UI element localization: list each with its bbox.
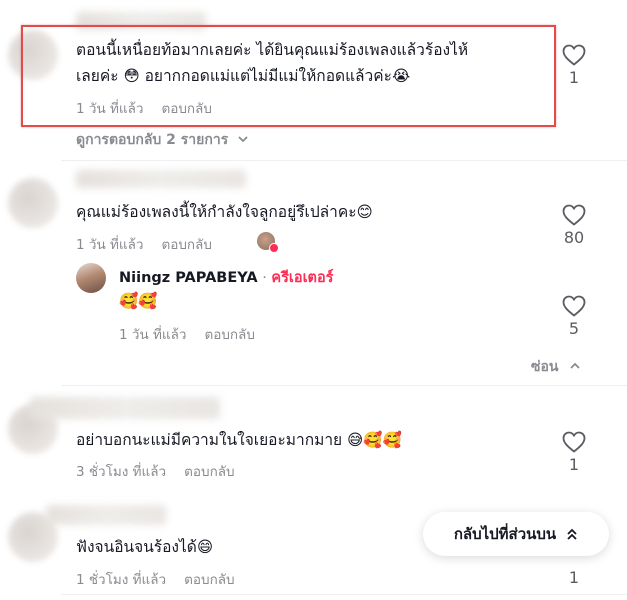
comment-meta: 1 ชั่วโมง ที่แล้ว ตอบกลับ bbox=[76, 568, 235, 590]
heart-icon[interactable] bbox=[562, 295, 586, 317]
separator: · bbox=[262, 270, 267, 286]
hide-label: ซ่อน bbox=[531, 359, 559, 375]
heart-icon[interactable] bbox=[562, 44, 586, 66]
reply-button[interactable]: ตอบกลับ bbox=[184, 572, 234, 588]
view-replies-label: ดูการตอบกลับ 2 รายการ bbox=[76, 132, 229, 148]
creator-badge: ครีเอเตอร์ bbox=[271, 270, 334, 286]
double-chevron-up-icon bbox=[567, 528, 577, 540]
avatar[interactable] bbox=[8, 178, 58, 228]
comment-text: คุณแม่ร้องเพลงนี้ให้กำลังใจลูกอยู่รึเปล่… bbox=[76, 203, 373, 221]
comment-meta: 3 ชั่วโมง ที่แล้ว ตอบกลับ bbox=[76, 460, 235, 482]
heart-icon[interactable] bbox=[562, 204, 586, 226]
hide-replies-button[interactable]: ซ่อน bbox=[531, 356, 581, 378]
divider bbox=[61, 385, 627, 386]
like-count-container[interactable]: 1 bbox=[554, 566, 594, 587]
like-button[interactable]: 1 bbox=[554, 44, 594, 87]
back-to-top-button[interactable]: กลับไปที่ส่วนบน bbox=[423, 512, 609, 556]
divider bbox=[61, 160, 627, 161]
divider bbox=[61, 594, 627, 595]
like-count: 80 bbox=[563, 228, 585, 247]
like-button[interactable]: 5 bbox=[554, 295, 594, 338]
comment-time: 1 ชั่วโมง ที่แล้ว bbox=[76, 572, 167, 588]
back-to-top-label: กลับไปที่ส่วนบน bbox=[453, 525, 557, 543]
reply-meta: 1 วัน ที่แล้ว ตอบกลับ bbox=[119, 323, 255, 345]
username-blurred[interactable] bbox=[30, 397, 220, 419]
like-count: 1 bbox=[568, 68, 580, 87]
reply-button[interactable]: ตอบกลับ bbox=[184, 464, 234, 480]
chevron-down-icon bbox=[238, 136, 248, 143]
view-replies-button[interactable]: ดูการตอบกลับ 2 รายการ bbox=[76, 129, 249, 151]
like-button[interactable]: 80 bbox=[554, 204, 594, 247]
username-blurred[interactable] bbox=[76, 170, 246, 188]
creator-avatar[interactable] bbox=[76, 263, 106, 293]
like-count: 5 bbox=[568, 319, 580, 338]
like-count: 1 bbox=[568, 568, 580, 587]
highlight-box bbox=[21, 25, 556, 127]
comment-meta: 1 วัน ที่แล้ว ตอบกลับ bbox=[76, 233, 212, 255]
liked-by-creator-avatar bbox=[257, 232, 279, 253]
chevron-up-icon bbox=[570, 362, 580, 369]
reply-button[interactable]: ตอบกลับ bbox=[204, 327, 254, 343]
creator-name-row: Niingz PAPABEYA · ครีเอเตอร์ bbox=[119, 266, 333, 289]
comment-time: 3 ชั่วโมง ที่แล้ว bbox=[76, 464, 167, 480]
username-blurred[interactable] bbox=[46, 505, 166, 525]
comment-time: 1 วัน ที่แล้ว bbox=[76, 237, 144, 253]
comment-text: อย่าบอกนะแม่มีความในใจเยอะมากมาย 😅🥰🥰 bbox=[76, 431, 402, 449]
creator-username[interactable]: Niingz PAPABEYA bbox=[119, 270, 258, 286]
like-count: 1 bbox=[568, 455, 580, 474]
reply-text: 🥰🥰 bbox=[119, 292, 158, 310]
reply-button[interactable]: ตอบกลับ bbox=[161, 237, 211, 253]
heart-icon[interactable] bbox=[562, 431, 586, 453]
reply-time: 1 วัน ที่แล้ว bbox=[119, 327, 187, 343]
comment-text: ฟังจนอินจนร้องได้😄 bbox=[76, 538, 214, 556]
like-button[interactable]: 1 bbox=[554, 431, 594, 474]
